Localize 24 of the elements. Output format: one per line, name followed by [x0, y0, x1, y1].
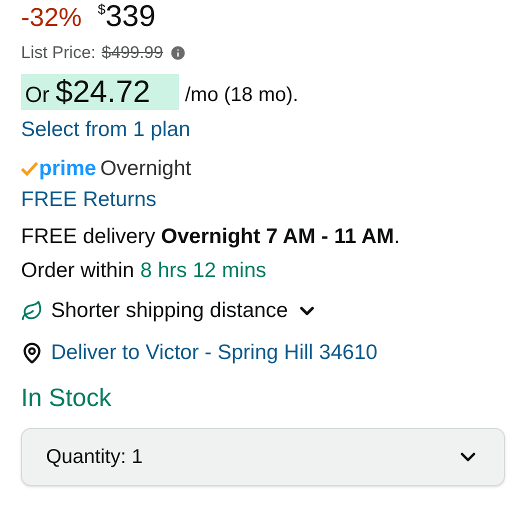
price-amount: 339 [106, 0, 156, 34]
countdown: 8 hrs 12 mins [140, 258, 266, 284]
leaf-icon [21, 300, 43, 322]
order-within-label: Order within [21, 258, 134, 284]
list-price-label: List Price: [21, 42, 96, 64]
installment-prefix: Or [25, 81, 50, 109]
quantity-dropdown[interactable]: Quantity: 1 [21, 428, 505, 486]
installment-term: /mo (18 mo). [185, 83, 298, 108]
info-icon[interactable] [169, 44, 188, 62]
quantity-value: Quantity: 1 [46, 444, 143, 470]
prime-logo: prime [39, 156, 96, 182]
deliver-to-link[interactable]: Deliver to Victor - Spring Hill 34610 [51, 337, 378, 369]
check-icon [21, 162, 38, 176]
price-currency: $ [98, 0, 106, 18]
list-price-value: $499.99 [102, 42, 164, 64]
plan-link[interactable]: Select from 1 plan [21, 118, 190, 141]
discount-percent: -32% [21, 1, 82, 34]
returns-link[interactable]: FREE Returns [21, 188, 156, 210]
shipping-distance-toggle[interactable]: Shorter shipping distance [51, 295, 318, 327]
installment-amount: $24.72 [55, 74, 150, 110]
location-pin-icon [21, 342, 43, 364]
delivery-text: FREE delivery Overnight 7 AM - 11 AM. [21, 225, 400, 248]
stock-status: In Stock [21, 384, 112, 412]
delivery-speed: Overnight [100, 156, 192, 182]
